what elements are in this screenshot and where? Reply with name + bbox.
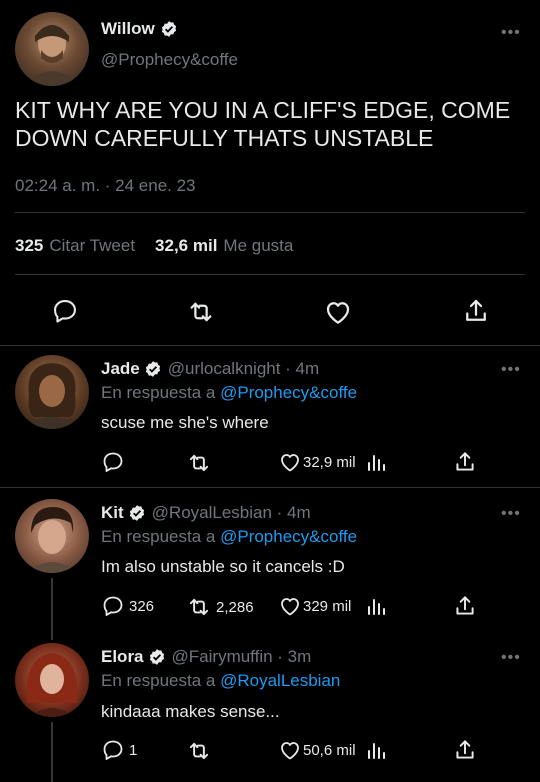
reply-to-handle[interactable]: @Prophecy&coffe — [220, 527, 357, 546]
share-button[interactable] — [452, 737, 478, 763]
main-tweet-stats: 325 Citar Tweet 32,6 mil Me gusta — [15, 236, 293, 256]
reply-avatar[interactable] — [15, 499, 89, 573]
share-icon — [456, 596, 474, 615]
like-button[interactable]: 50,6 mil — [278, 738, 356, 762]
divider — [0, 487, 540, 488]
reply-count: 1 — [129, 741, 138, 759]
share-icon — [456, 452, 474, 471]
reply-to-prefix: En respuesta a — [101, 383, 216, 402]
divider — [0, 345, 540, 346]
reply-icon — [103, 596, 123, 616]
more-icon[interactable]: ••• — [501, 25, 521, 41]
analytics-icon — [368, 455, 385, 471]
reply-handle-time[interactable]: @RoyalLesbian · 4m — [152, 503, 311, 523]
retweet-count: 2,286 — [216, 598, 254, 616]
verified-badge-icon — [148, 648, 166, 666]
main-tweet-avatar[interactable] — [15, 12, 89, 86]
analytics-icon — [368, 743, 385, 759]
verified-badge-icon — [144, 360, 162, 378]
reply-button[interactable]: 1 — [101, 738, 137, 762]
share-icon — [456, 740, 474, 759]
more-icon[interactable]: ••• — [501, 362, 521, 378]
reply-handle-time[interactable]: @Fairymuffin · 3m — [172, 647, 312, 667]
reply-text: kindaaa makes sense... — [101, 702, 280, 721]
likes-label[interactable]: Me gusta — [223, 236, 293, 256]
verified-badge-icon — [128, 504, 146, 522]
like-button[interactable]: 329 mil — [278, 594, 351, 618]
like-icon — [281, 598, 299, 616]
retweet-button[interactable]: 2,286 — [186, 594, 254, 620]
retweet-button[interactable] — [186, 738, 212, 764]
share-button[interactable] — [452, 449, 478, 475]
reply-text: Im also unstable so it cancels :D — [101, 557, 345, 576]
thread-line — [51, 722, 53, 782]
reply-icon — [103, 740, 123, 760]
reply-button[interactable]: 326 — [101, 594, 154, 618]
like-icon — [281, 742, 299, 760]
reply-button[interactable] — [101, 450, 125, 474]
more-icon[interactable]: ••• — [501, 650, 521, 666]
like-count: 329 mil — [303, 597, 352, 615]
reply-to-prefix: En respuesta a — [101, 527, 216, 546]
like-button[interactable]: 32,9 mil — [278, 450, 356, 474]
more-icon[interactable]: ••• — [501, 506, 521, 522]
retweet-icon[interactable] — [186, 297, 216, 327]
retweet-button[interactable] — [186, 450, 212, 476]
divider — [15, 212, 525, 213]
analytics-icon — [368, 599, 385, 615]
divider — [15, 274, 525, 275]
analytics-button[interactable] — [366, 594, 388, 618]
verified-badge-icon — [160, 20, 178, 38]
reply-author-name[interactable]: Kit — [101, 503, 124, 523]
like-count: 32,9 mil — [303, 453, 356, 471]
reply-to-handle[interactable]: @RoyalLesbian — [220, 671, 340, 690]
reply-count: 326 — [129, 597, 155, 615]
analytics-button[interactable] — [366, 450, 388, 474]
reply-handle-time[interactable]: @urlocalknight · 4m — [168, 359, 319, 379]
quotes-count[interactable]: 325 — [15, 236, 43, 256]
retweet-icon — [189, 454, 209, 472]
main-tweet-timestamp[interactable]: 02:24 a. m. · 24 ene. 23 — [15, 176, 196, 196]
reply-avatar[interactable] — [15, 643, 89, 717]
main-tweet-author-name[interactable]: Willow — [101, 19, 155, 39]
reply-to-prefix: En respuesta a — [101, 671, 216, 690]
share-button[interactable] — [452, 593, 478, 619]
reply-text: scuse me she's where — [101, 413, 269, 432]
reply-icon[interactable] — [51, 297, 79, 325]
reply-author-name[interactable]: Elora — [101, 647, 144, 667]
like-count: 50,6 mil — [303, 741, 356, 759]
like-icon — [281, 454, 299, 472]
share-icon[interactable] — [461, 296, 491, 326]
reply-avatar[interactable] — [15, 355, 89, 429]
reply-to-handle[interactable]: @Prophecy&coffe — [220, 383, 357, 402]
thread-line — [51, 578, 53, 640]
like-icon[interactable] — [323, 297, 353, 327]
reply-author-name[interactable]: Jade — [101, 359, 140, 379]
retweet-icon — [189, 598, 209, 616]
main-tweet-handle[interactable]: @Prophecy&coffe — [101, 50, 238, 70]
retweet-icon — [189, 742, 209, 760]
analytics-button[interactable] — [366, 738, 388, 762]
main-tweet-text: KIT WHY ARE YOU IN A CLIFF'S EDGE, COME … — [15, 97, 511, 151]
quotes-label[interactable]: Citar Tweet — [49, 236, 135, 256]
reply-icon — [103, 452, 123, 472]
likes-count[interactable]: 32,6 mil — [155, 236, 217, 256]
